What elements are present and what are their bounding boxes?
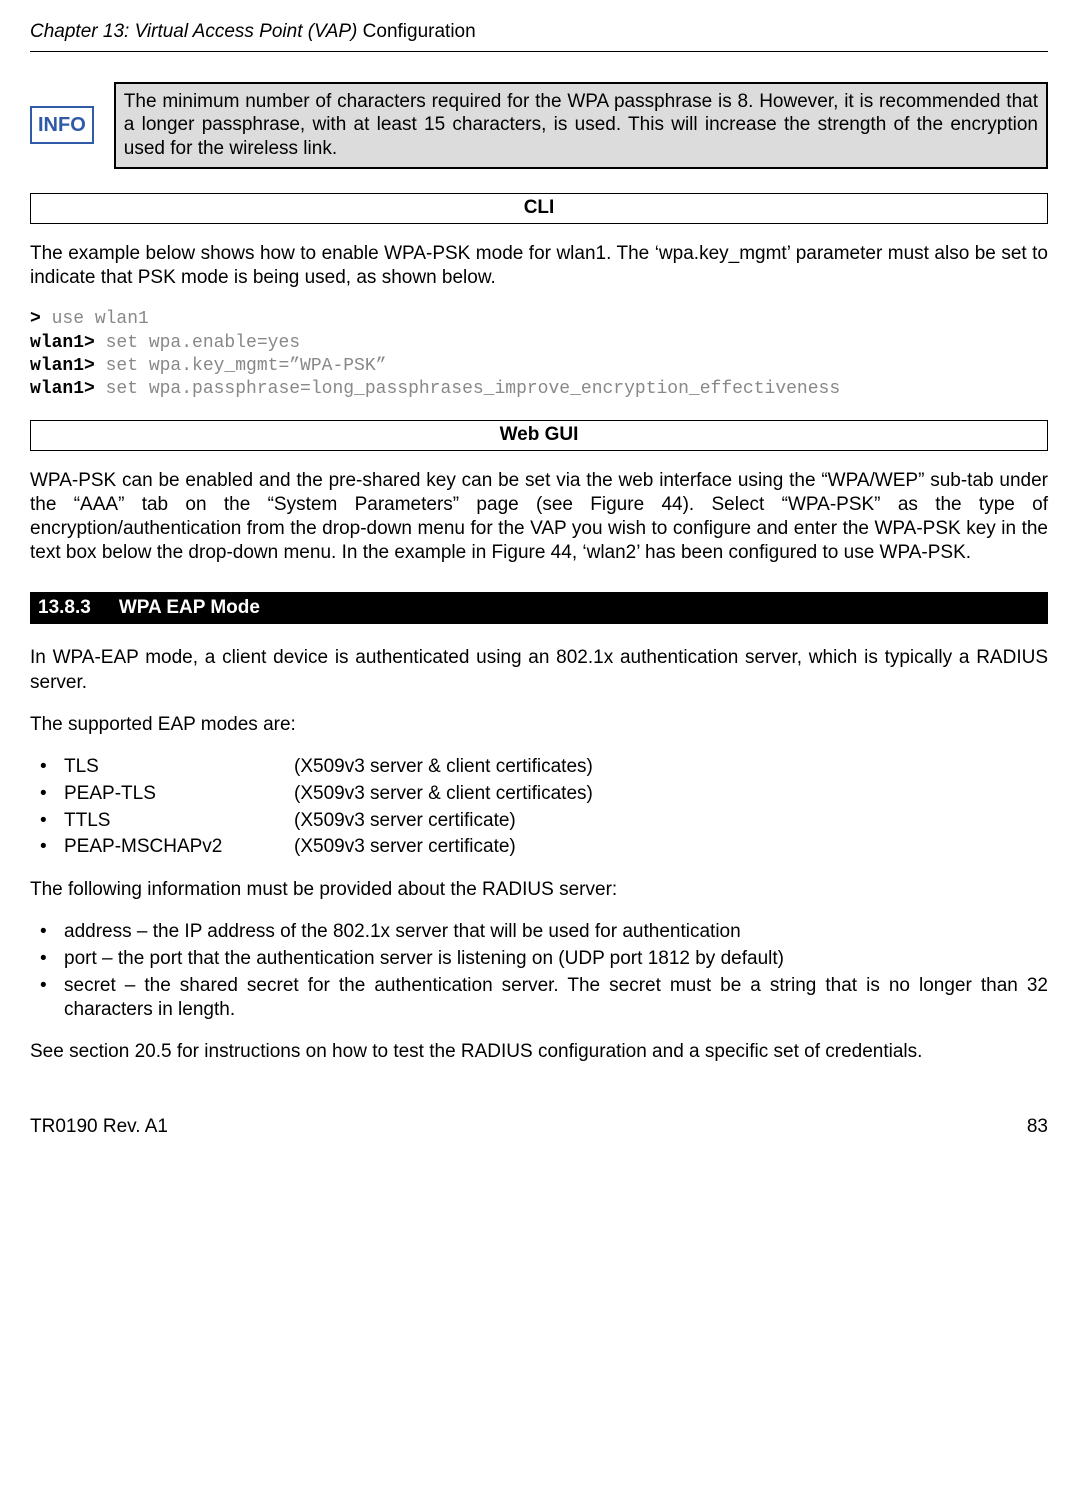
list-item: • TLS (X509v3 server & client certificat… — [30, 755, 1048, 780]
list-item: • address – the IP address of the 802.1x… — [30, 920, 1048, 945]
section-title: WPA EAP Mode — [119, 596, 260, 621]
eap-mode-desc: (X509v3 server certificate) — [294, 809, 1048, 834]
radius-item-text: secret – the shared secret for the authe… — [64, 974, 1048, 1023]
code-cmd: set wpa.key_mgmt=”WPA-PSK” — [95, 356, 387, 376]
radius-item-text: port – the port that the authentication … — [64, 947, 1048, 971]
chapter-prefix: Chapter 13: Virtual Access Point (VAP) — [30, 21, 363, 42]
list-item: • secret – the shared secret for the aut… — [30, 974, 1048, 1023]
bullet-icon: • — [30, 782, 64, 807]
info-text: The minimum number of characters require… — [114, 82, 1048, 169]
list-item: • PEAP-MSCHAPv2 (X509v3 server certifica… — [30, 835, 1048, 860]
code-cmd: set wpa.passphrase=long_passphrases_impr… — [95, 379, 840, 399]
chapter-suffix: Configuration — [363, 21, 476, 42]
footer-doc-id: TR0190 Rev. A1 — [30, 1115, 168, 1140]
list-item: • port – the port that the authenticatio… — [30, 947, 1048, 972]
bullet-icon: • — [30, 947, 64, 972]
page-footer: TR0190 Rev. A1 83 — [30, 1115, 1048, 1140]
bullet-icon: • — [30, 809, 64, 834]
supported-eap-label: The supported EAP modes are: — [30, 713, 1048, 737]
webgui-label: Web GUI — [30, 420, 1048, 451]
section-header: 13.8.3 WPA EAP Mode — [30, 592, 1048, 625]
bullet-icon: • — [30, 835, 64, 860]
eap-mode-name: TTLS — [64, 809, 294, 834]
footer-page-number: 83 — [1027, 1115, 1048, 1140]
code-prompt: > — [30, 309, 41, 329]
eap-mode-desc: (X509v3 server & client certificates) — [294, 782, 1048, 807]
code-prompt: wlan1> — [30, 333, 95, 353]
section-intro: In WPA-EAP mode, a client device is auth… — [30, 646, 1048, 695]
radius-info-list: • address – the IP address of the 802.1x… — [30, 920, 1048, 1022]
closing-text: See section 20.5 for instructions on how… — [30, 1040, 1048, 1064]
cli-code-block: > use wlan1 wlan1> set wpa.enable=yes wl… — [30, 308, 1048, 402]
bullet-icon: • — [30, 755, 64, 780]
eap-mode-name: PEAP-MSCHAPv2 — [64, 835, 294, 860]
code-prompt: wlan1> — [30, 379, 95, 399]
code-cmd: set wpa.enable=yes — [95, 333, 300, 353]
chapter-title: Chapter 13: Virtual Access Point (VAP) C… — [30, 20, 476, 45]
cli-label: CLI — [30, 193, 1048, 224]
radius-info-label: The following information must be provid… — [30, 878, 1048, 902]
webgui-text: WPA-PSK can be enabled and the pre-share… — [30, 469, 1048, 566]
list-item: • TTLS (X509v3 server certificate) — [30, 809, 1048, 834]
eap-mode-name: TLS — [64, 755, 294, 780]
section-number: 13.8.3 — [38, 596, 91, 621]
bullet-icon: • — [30, 974, 64, 999]
code-cmd: use wlan1 — [41, 309, 149, 329]
cli-intro: The example below shows how to enable WP… — [30, 242, 1048, 291]
radius-item-text: address – the IP address of the 802.1x s… — [64, 920, 1048, 944]
code-prompt: wlan1> — [30, 356, 95, 376]
page-header: Chapter 13: Virtual Access Point (VAP) C… — [30, 20, 1048, 52]
eap-modes-list: • TLS (X509v3 server & client certificat… — [30, 755, 1048, 860]
bullet-icon: • — [30, 920, 64, 945]
eap-mode-desc: (X509v3 server certificate) — [294, 835, 1048, 860]
eap-mode-desc: (X509v3 server & client certificates) — [294, 755, 1048, 780]
info-badge: INFO — [30, 106, 94, 144]
info-callout: INFO The minimum number of characters re… — [30, 82, 1048, 169]
eap-mode-name: PEAP-TLS — [64, 782, 294, 807]
list-item: • PEAP-TLS (X509v3 server & client certi… — [30, 782, 1048, 807]
